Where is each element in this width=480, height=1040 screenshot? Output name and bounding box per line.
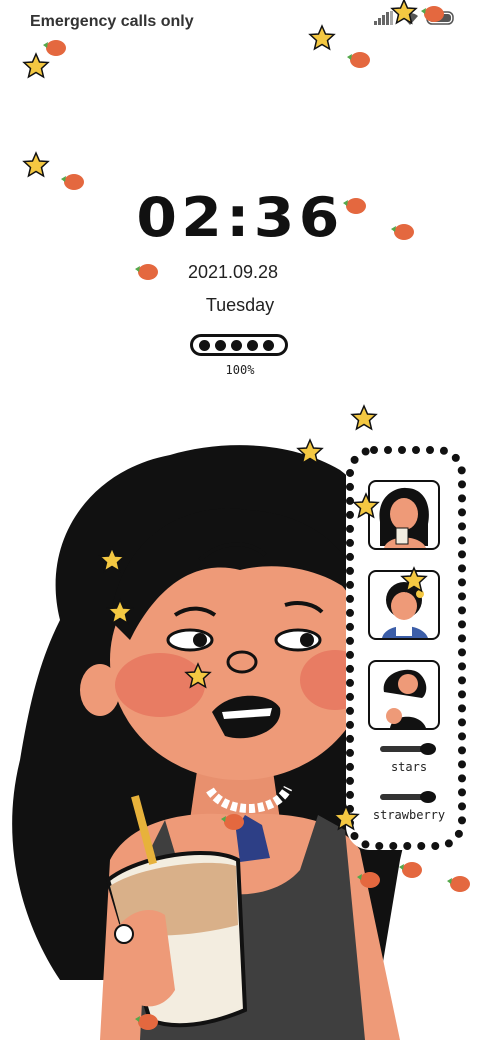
battery-icon: [426, 11, 454, 25]
lockscreen: Emergency calls only 02:36 2021.09.28 Tu…: [0, 0, 480, 1040]
battery-dot: [247, 339, 258, 351]
strawberry-icon: [347, 52, 370, 68]
toggle-label-stars: stars: [390, 760, 428, 774]
wifi-icon: [402, 12, 418, 25]
girl-portrait-icon: [383, 669, 427, 728]
carrier-label: Emergency calls only: [30, 13, 194, 30]
girl-portrait-icon: [382, 582, 428, 638]
signal-icon: [374, 11, 393, 25]
girl-portrait-icon: [379, 487, 429, 548]
battery-dot: [215, 339, 226, 351]
lock-weekday: Tuesday: [205, 295, 275, 315]
battery-dot: [231, 339, 242, 351]
status-bar: Emergency calls only: [0, 0, 480, 44]
toggle-label-strawberry: strawberry: [372, 808, 446, 822]
lock-date: 2021.09.28: [187, 262, 279, 282]
battery-widget: [190, 334, 288, 356]
thumbnail-3[interactable]: [368, 660, 440, 730]
thumbnail-1[interactable]: [368, 480, 440, 550]
toggle-strawberry[interactable]: [378, 790, 438, 804]
star-icon: [23, 152, 49, 177]
battery-dot: [199, 339, 210, 351]
battery-dot: [263, 339, 274, 351]
toggle-stars[interactable]: [378, 742, 438, 756]
star-icon: [23, 53, 49, 78]
battery-percent: 100%: [225, 363, 255, 377]
status-icons: [374, 10, 456, 26]
thumbnail-2[interactable]: [368, 570, 440, 640]
lock-clock: 02:36: [136, 186, 344, 249]
